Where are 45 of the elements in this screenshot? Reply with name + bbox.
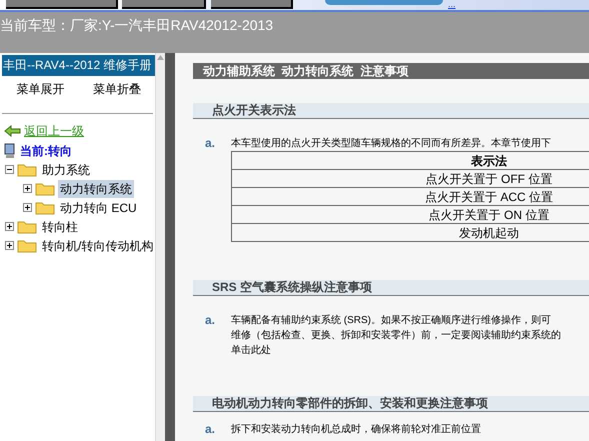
more-link[interactable]: ... [448,0,456,10]
paragraph-line: 拆下和安装动力转向机总成时，确保将前轮对准正前位置 [231,422,481,437]
folder-icon [17,162,37,176]
tree-item[interactable]: 转向柱 [40,218,80,236]
item-marker: a. [204,422,216,437]
section-header: 电动机动力转向零部件的拆卸、安装和更换注意事项 [193,396,589,412]
folder-icon [35,182,55,196]
tree-item[interactable]: 动力转向 ECU [58,198,139,216]
toolbar-tab[interactable] [211,0,293,9]
folder-icon [17,220,37,234]
scrollbar[interactable] [155,53,165,441]
table-cell: 发动机起动 [232,224,589,242]
item-marker: a. [204,313,216,329]
table-cell: 点火开关置于 ACC 位置 [232,188,589,206]
sidebar-title: 丰田--RAV4--2012 维修手册 [2,55,155,76]
paragraph-line: 维修（包括检查、更换、拆卸和安装零件）前，一定要阅读辅助约束系统的 [231,328,561,343]
expand-toggle[interactable] [23,203,32,212]
computer-icon [4,143,16,159]
toolbar-tab[interactable] [6,0,118,9]
tree-item[interactable]: 动力转向系统 [58,180,134,198]
section-header: 点火开关表示法 [193,103,589,119]
table-cell: 点火开关置于 OFF 位置 [232,170,589,188]
current-section: 当前:转向 [20,142,72,160]
expand-toggle[interactable] [5,222,14,231]
expand-toggle[interactable] [5,241,14,250]
menu-button[interactable]: 菜单折叠 [90,80,143,98]
toolbar-tab[interactable] [122,0,206,9]
section-header: SRS 空气囊系统操纵注意事项 [193,280,589,296]
expand-toggle[interactable] [23,184,32,193]
tree-item[interactable]: 助力系统 [40,160,92,178]
breadcrumb-bar: 动力辅助系统 动力转向系统 注意事项 [193,63,589,79]
table-header: 表示法 [232,152,589,170]
current-model: 当前车型：厂家:Y-一汽丰田RAV42012-2013 [0,17,274,33]
collapse-toggle[interactable] [5,165,14,174]
item-marker: a. [204,136,216,152]
back-link[interactable]: 返回上一级 [24,122,84,140]
tree-item[interactable]: 转向机/转向传动机构 [40,236,156,254]
paragraph-line: 单击此处 [231,344,271,358]
paragraph-line: 本车型使用的点火开关类型随车辆规格的不同而有所差异。本章节使用下 [231,136,551,151]
folder-icon [35,200,55,214]
paragraph-line: 车辆配备有辅助约束系统 (SRS)。如果不按正确顺序进行维修操作，则可 [231,314,551,328]
table-cell: 点火开关置于 ON 位置 [232,206,589,224]
folder-icon [17,238,37,252]
menu-button[interactable]: 菜单展开 [14,80,66,98]
back-arrow-icon [4,125,21,137]
